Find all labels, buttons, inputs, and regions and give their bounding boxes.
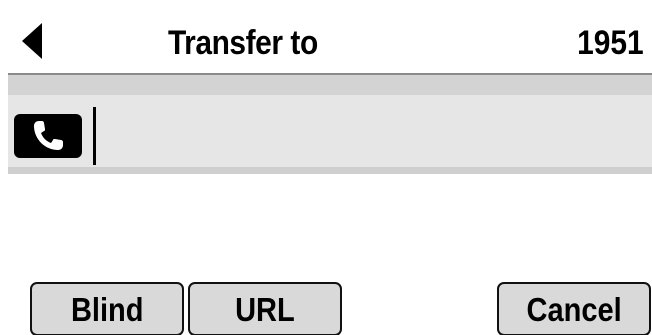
dial-input-border [8, 167, 652, 174]
cancel-label: Cancel [526, 291, 622, 328]
back-button[interactable] [16, 20, 50, 62]
url-label: URL [235, 291, 295, 328]
phone-handset-icon [34, 121, 63, 150]
header-shade [8, 75, 652, 95]
cancel-button[interactable]: Cancel [497, 282, 651, 335]
text-cursor [93, 107, 96, 165]
phone-icon-tile [14, 114, 82, 158]
blind-transfer-label: Blind [70, 291, 144, 328]
back-arrow-icon [22, 23, 42, 59]
line-number: 1951 [577, 24, 644, 62]
blind-transfer-button[interactable]: Blind [30, 282, 184, 335]
transfer-screen: Transfer to 1951 Blind URL Cancel [8, 8, 652, 335]
page-title: Transfer to [168, 24, 318, 62]
transfer-number-input[interactable] [100, 106, 640, 164]
header-bar: Transfer to 1951 [8, 8, 652, 73]
url-button[interactable]: URL [188, 282, 342, 335]
